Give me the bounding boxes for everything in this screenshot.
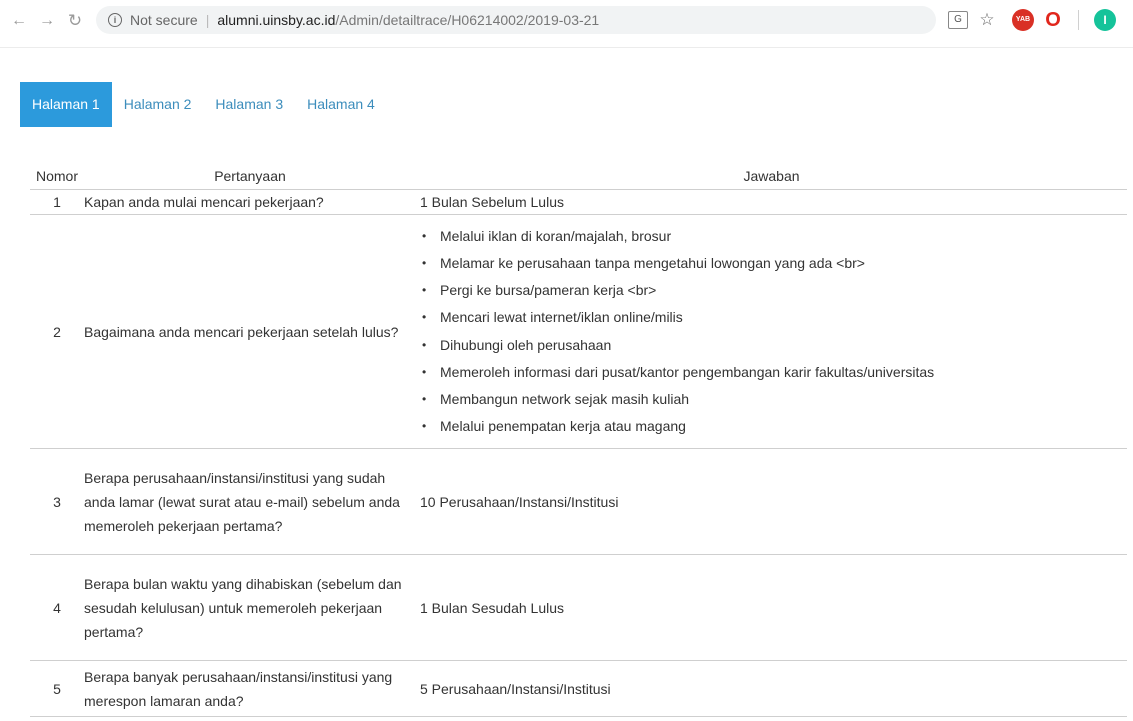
question-cell: Kapan anda mulai mencari pekerjaan? bbox=[84, 189, 416, 215]
question-cell: Berapa bulan waktu yang dihabiskan (sebe… bbox=[84, 554, 416, 661]
table-row: 3 Berapa perusahaan/instansi/institusi y… bbox=[30, 448, 1127, 555]
answer-cell: 5 Perusahaan/Instansi/Institusi bbox=[416, 660, 1127, 717]
answer-cell: Melalui iklan di koran/majalah, brosur M… bbox=[416, 214, 1127, 449]
list-item: Melalui penempatan kerja atau magang bbox=[420, 413, 1127, 441]
grammarly-icon[interactable]: I bbox=[1094, 9, 1116, 31]
forward-arrow-icon[interactable]: → bbox=[38, 12, 56, 30]
reload-icon[interactable]: ↻ bbox=[66, 12, 84, 30]
address-bar[interactable]: i Not secure | alumni.uinsby.ac.id/Admin/d… bbox=[96, 6, 936, 34]
question-cell: Berapa banyak perusahaan/instansi/instit… bbox=[84, 660, 416, 717]
info-icon[interactable]: i bbox=[108, 13, 122, 27]
address-separator: | bbox=[205, 12, 210, 28]
row-number: 4 bbox=[30, 554, 84, 661]
tab-halaman-2[interactable]: Halaman 2 bbox=[112, 82, 204, 127]
question-cell: Bagaimana anda mencari pekerjaan setelah… bbox=[84, 214, 416, 449]
list-item: Pergi ke bursa/pameran kerja <br> bbox=[420, 277, 1127, 305]
header-jawaban: Jawaban bbox=[416, 163, 1127, 190]
list-item: Dihubungi oleh perusahaan bbox=[420, 332, 1127, 360]
star-icon[interactable]: ☆ bbox=[978, 9, 996, 31]
yab-extension-icon[interactable]: YAB bbox=[1012, 9, 1034, 31]
header-nomor: Nomor bbox=[30, 163, 84, 190]
answer-list: Melalui iklan di koran/majalah, brosur M… bbox=[420, 223, 1127, 441]
tracer-answers-table: Nomor Pertanyaan Jawaban 1 Kapan anda mu… bbox=[30, 163, 1127, 717]
question-cell: Berapa perusahaan/instansi/institusi yan… bbox=[84, 448, 416, 555]
row-number: 5 bbox=[30, 660, 84, 717]
tab-halaman-3[interactable]: Halaman 3 bbox=[203, 82, 295, 127]
security-label: Not secure bbox=[130, 12, 198, 28]
page-tabs: Halaman 1 Halaman 2 Halaman 3 Halaman 4 bbox=[20, 82, 387, 127]
table-row: 5 Berapa banyak perusahaan/instansi/inst… bbox=[30, 660, 1127, 717]
list-item: Mencari lewat internet/iklan online/mili… bbox=[420, 304, 1127, 332]
list-item: Melamar ke perusahaan tanpa mengetahui l… bbox=[420, 250, 1127, 278]
row-number: 3 bbox=[30, 448, 84, 555]
table-header-row: Nomor Pertanyaan Jawaban bbox=[30, 163, 1127, 190]
translate-icon[interactable]: G bbox=[948, 11, 968, 29]
table-row: 4 Berapa bulan waktu yang dihabiskan (se… bbox=[30, 554, 1127, 661]
toolbar-divider bbox=[1078, 10, 1079, 30]
table-row: 1 Kapan anda mulai mencari pekerjaan? 1 … bbox=[30, 189, 1127, 215]
list-item: Melalui iklan di koran/majalah, brosur bbox=[420, 223, 1127, 251]
row-number: 2 bbox=[30, 214, 84, 449]
opera-icon[interactable]: O bbox=[1044, 9, 1062, 31]
answer-cell: 1 Bulan Sebelum Lulus bbox=[416, 189, 1127, 215]
list-item: Memeroleh informasi dari pusat/kantor pe… bbox=[420, 359, 1127, 387]
back-arrow-icon[interactable]: ← bbox=[10, 12, 28, 30]
url-path: /Admin/detailtrace/H06214002/2019-03-21 bbox=[335, 12, 600, 28]
tab-halaman-1[interactable]: Halaman 1 bbox=[20, 82, 112, 127]
table-row: 2 Bagaimana anda mencari pekerjaan setel… bbox=[30, 214, 1127, 449]
row-number: 1 bbox=[30, 189, 84, 215]
url-host: alumni.uinsby.ac.id bbox=[217, 12, 336, 28]
browser-toolbar: ← → ↻ i Not secure | alumni.uinsby.ac.id/A… bbox=[0, 0, 1133, 48]
answer-cell: 1 Bulan Sesudah Lulus bbox=[416, 554, 1127, 661]
header-pertanyaan: Pertanyaan bbox=[84, 163, 416, 190]
tab-halaman-4[interactable]: Halaman 4 bbox=[295, 82, 387, 127]
list-item: Membangun network sejak masih kuliah bbox=[420, 386, 1127, 414]
answer-cell: 10 Perusahaan/Instansi/Institusi bbox=[416, 448, 1127, 555]
